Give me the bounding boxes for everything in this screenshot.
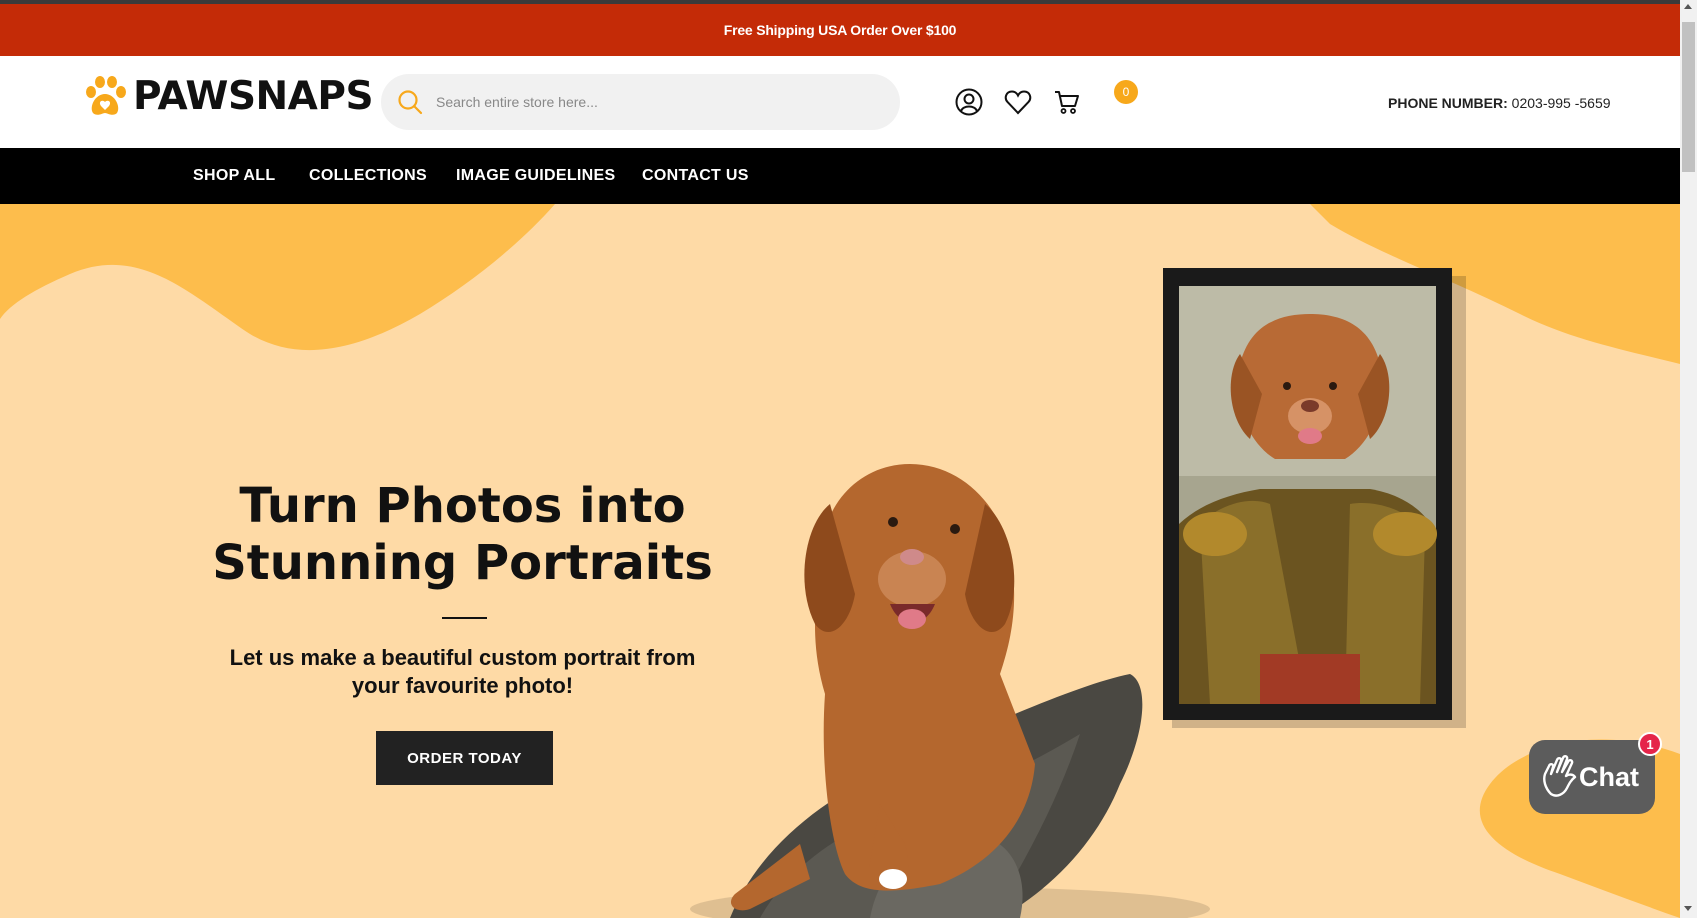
waving-hand-icon — [1543, 755, 1577, 797]
dog-photo — [690, 464, 1210, 918]
announcement-bar: Free Shipping USA Order Over $100 — [0, 4, 1680, 56]
phone-label: PHONE NUMBER: — [1388, 95, 1508, 111]
search-input[interactable] — [436, 74, 876, 130]
scrollbar-thumb[interactable] — [1682, 22, 1695, 172]
hero-headline-line2: Stunning Portraits — [212, 535, 713, 591]
scroll-up-arrow-icon[interactable] — [1684, 4, 1692, 9]
nav-item-image-guidelines[interactable]: IMAGE GUIDELINES — [456, 148, 615, 204]
logo[interactable]: PAWSNAPS — [83, 74, 374, 119]
order-today-button[interactable]: ORDER TODAY — [376, 731, 553, 785]
scroll-down-arrow-icon[interactable] — [1684, 906, 1692, 911]
hero-subtext: Let us make a beautiful custom portrait … — [200, 644, 725, 700]
cart-icon[interactable] — [1053, 88, 1081, 116]
hero-subtext-line1: Let us make a beautiful custom portrait … — [229, 645, 696, 670]
site-header: PAWSNAPS 0 PHONE NUMBER: 0203-995 -5659 — [0, 56, 1680, 148]
nav-item-collections[interactable]: COLLECTIONS — [309, 148, 427, 204]
announcement-text: Free Shipping USA Order Over $100 — [723, 22, 957, 38]
hero-subtext-line2: your favourite photo! — [351, 673, 574, 698]
nav-item-shop-all[interactable]: SHOP ALL — [193, 148, 275, 204]
logo-text: PAWSNAPS — [133, 74, 374, 119]
main-nav: SHOP ALL COLLECTIONS IMAGE GUIDELINES CO… — [0, 148, 1680, 204]
chat-label: Chat — [1579, 761, 1639, 792]
blob-top-left — [0, 204, 555, 351]
framed-portrait — [1163, 268, 1466, 728]
cart-count-badge: 0 — [1114, 80, 1138, 104]
hero-divider — [442, 617, 487, 619]
nav-item-contact-us[interactable]: CONTACT US — [642, 148, 749, 204]
phone-number[interactable]: 0203-995 -5659 — [1512, 95, 1611, 111]
phone-info: PHONE NUMBER: 0203-995 -5659 — [1388, 95, 1611, 111]
hero-banner: Turn Photos into Stunning Portraits Let … — [0, 204, 1680, 918]
search-bar — [381, 74, 900, 130]
hero-headline-line1: Turn Photos into — [239, 478, 686, 534]
paw-icon — [86, 75, 126, 115]
chat-button[interactable]: Chat — [1529, 740, 1655, 814]
search-icon[interactable] — [397, 89, 423, 115]
wishlist-heart-icon[interactable] — [1004, 88, 1032, 116]
hero-headline: Turn Photos into Stunning Portraits — [160, 478, 765, 592]
account-icon[interactable] — [955, 88, 983, 116]
chat-notification-badge: 1 — [1638, 732, 1662, 756]
